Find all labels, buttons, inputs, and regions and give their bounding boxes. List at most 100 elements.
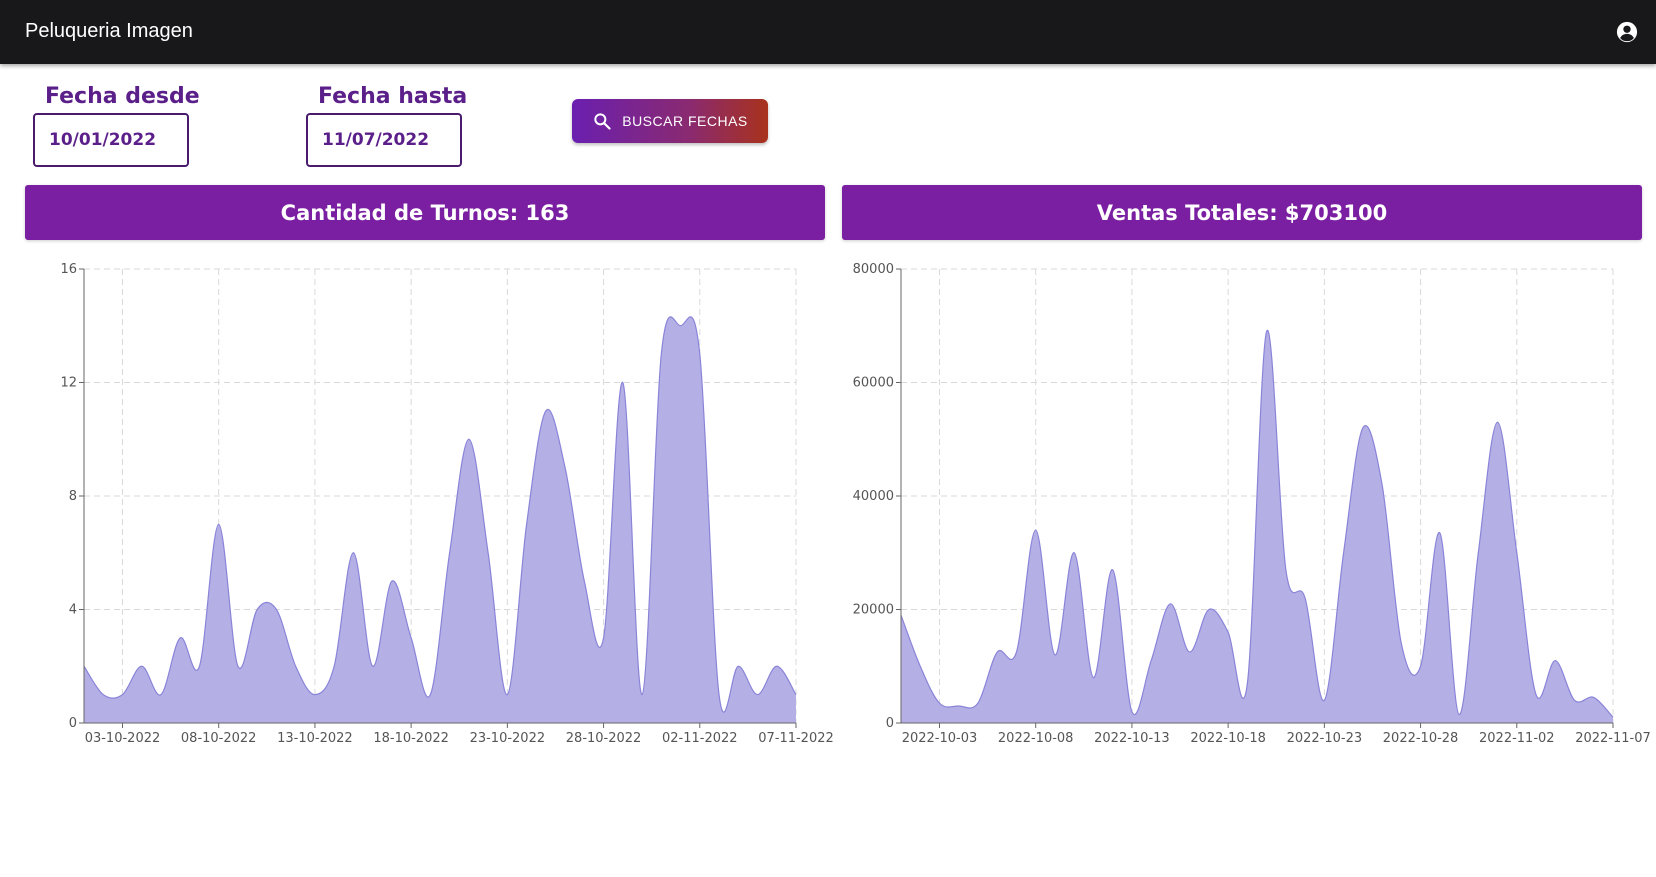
ventas-data-point	[1149, 659, 1153, 663]
app-title: Peluqueria Imagen	[25, 20, 193, 42]
turnos-data-point	[294, 664, 298, 668]
ventas-data-point	[1072, 551, 1076, 555]
ventas-data-point	[1380, 483, 1384, 487]
date-to-label: Fecha hasta	[318, 84, 468, 109]
turnos-data-point	[756, 693, 760, 697]
ventas-data-point	[1188, 650, 1192, 654]
turnos-data-point	[736, 664, 740, 668]
turnos-x-tick-label: 28-10-2022	[566, 731, 642, 746]
ventas-data-point	[995, 650, 999, 654]
turnos-data-point	[486, 551, 490, 555]
ventas-data-point	[1534, 693, 1538, 697]
ventas-data-point	[1361, 426, 1365, 430]
search-dates-button[interactable]: BUSCAR FECHAS	[572, 99, 768, 143]
ventas-y-tick-label: 80000	[853, 262, 894, 277]
ventas-data-point	[1207, 608, 1211, 612]
ventas-data-point	[1168, 602, 1172, 606]
ventas-data-point	[1034, 528, 1038, 532]
turnos-data-point	[159, 693, 163, 697]
turnos-count-banner: Cantidad de Turnos: 163	[25, 185, 825, 240]
turnos-data-point	[602, 636, 606, 640]
ventas-x-tick-label: 2022-10-23	[1287, 731, 1363, 746]
turnos-area-chart: 0 4 8 12 16 03-10-2022 08-10-2022 13-10-2022 18-…	[60, 262, 833, 746]
date-to-field[interactable]	[306, 113, 464, 167]
date-from-label: Fecha desde	[45, 84, 200, 109]
ventas-data-point	[1091, 676, 1095, 680]
turnos-data-point	[120, 693, 124, 697]
turnos-data-point	[659, 352, 663, 356]
turnos-data-point	[313, 693, 317, 697]
turnos-data-point	[679, 324, 683, 328]
turnos-x-tick-label: 13-10-2022	[277, 731, 353, 746]
sales-area-chart: 0 20000 40000 60000 80000 2022-10-03 2022-10-0…	[853, 262, 1651, 746]
turnos-data-point	[544, 409, 548, 413]
ventas-data-point	[1226, 630, 1230, 634]
turnos-x-tick-label: 08-10-2022	[181, 731, 257, 746]
ventas-data-point	[1245, 681, 1249, 685]
turnos-data-point	[563, 466, 567, 470]
ventas-data-point	[1053, 653, 1057, 657]
date-from-input[interactable]	[47, 129, 191, 151]
ventas-y-tick-label: 60000	[853, 376, 894, 391]
turnos-data-point	[351, 551, 355, 555]
turnos-y-tick-label: 16	[60, 262, 77, 277]
turnos-data-point	[467, 437, 471, 441]
turnos-data-point	[255, 608, 259, 612]
total-sales-banner: Ventas Totales: $703100	[842, 185, 1642, 240]
ventas-y-tick-label: 0	[886, 716, 894, 731]
turnos-data-point	[621, 381, 625, 385]
ventas-x-tick-label: 2022-10-08	[998, 731, 1074, 746]
turnos-data-point	[371, 664, 375, 668]
ventas-data-point	[1111, 568, 1115, 572]
date-to-input[interactable]	[320, 129, 464, 151]
ventas-data-point	[1284, 568, 1288, 572]
ventas-data-point	[1553, 659, 1557, 663]
turnos-data-point	[178, 636, 182, 640]
ventas-data-point	[1592, 695, 1596, 699]
ventas-data-point	[937, 701, 941, 705]
turnos-data-point	[505, 693, 509, 697]
ventas-data-point	[918, 664, 922, 668]
ventas-data-point	[1130, 710, 1134, 714]
date-from-field[interactable]	[33, 113, 191, 167]
turnos-data-point	[390, 579, 394, 583]
ventas-y-tick-label: 20000	[853, 603, 894, 618]
turnos-y-tick-label: 12	[60, 376, 77, 391]
search-dates-label: BUSCAR FECHAS	[622, 113, 748, 129]
search-icon	[594, 113, 611, 130]
ventas-x-tick-label: 2022-10-03	[902, 731, 978, 746]
ventas-data-point	[1399, 642, 1403, 646]
turnos-x-tick-label: 02-11-2022	[662, 731, 738, 746]
ventas-data-point	[1342, 551, 1346, 555]
ventas-data-point	[1014, 650, 1018, 654]
account-circle-icon[interactable]	[1616, 21, 1638, 43]
ventas-x-tick-label: 2022-10-18	[1190, 731, 1266, 746]
ventas-x-tick-label: 2022-11-07	[1575, 731, 1651, 746]
turnos-y-tick-label: 8	[69, 489, 77, 504]
turnos-data-point	[775, 664, 779, 668]
turnos-data-point	[717, 693, 721, 697]
turnos-x-tick-label: 23-10-2022	[470, 731, 546, 746]
ventas-data-point	[1322, 698, 1326, 702]
ventas-data-point	[1419, 664, 1423, 668]
ventas-x-tick-label: 2022-10-28	[1383, 731, 1459, 746]
app-bar: Peluqueria Imagen	[0, 0, 1656, 64]
turnos-data-point	[332, 664, 336, 668]
ventas-x-tick-label: 2022-10-13	[1094, 731, 1170, 746]
ventas-data-point	[1265, 329, 1269, 333]
turnos-data-point	[582, 579, 586, 583]
turnos-data-point	[698, 352, 702, 356]
ventas-data-point	[1515, 551, 1519, 555]
turnos-area-fill	[84, 316, 796, 723]
ventas-data-point	[976, 701, 980, 705]
ventas-data-point	[1457, 712, 1461, 716]
turnos-y-tick-label: 0	[69, 716, 77, 731]
turnos-data-point	[197, 664, 201, 668]
turnos-data-point	[409, 636, 413, 640]
turnos-data-point	[217, 522, 221, 526]
ventas-data-point	[957, 704, 961, 708]
turnos-data-point	[448, 551, 452, 555]
turnos-data-point	[525, 522, 529, 526]
turnos-data-point	[640, 693, 644, 697]
turnos-x-tick-label: 18-10-2022	[373, 731, 449, 746]
